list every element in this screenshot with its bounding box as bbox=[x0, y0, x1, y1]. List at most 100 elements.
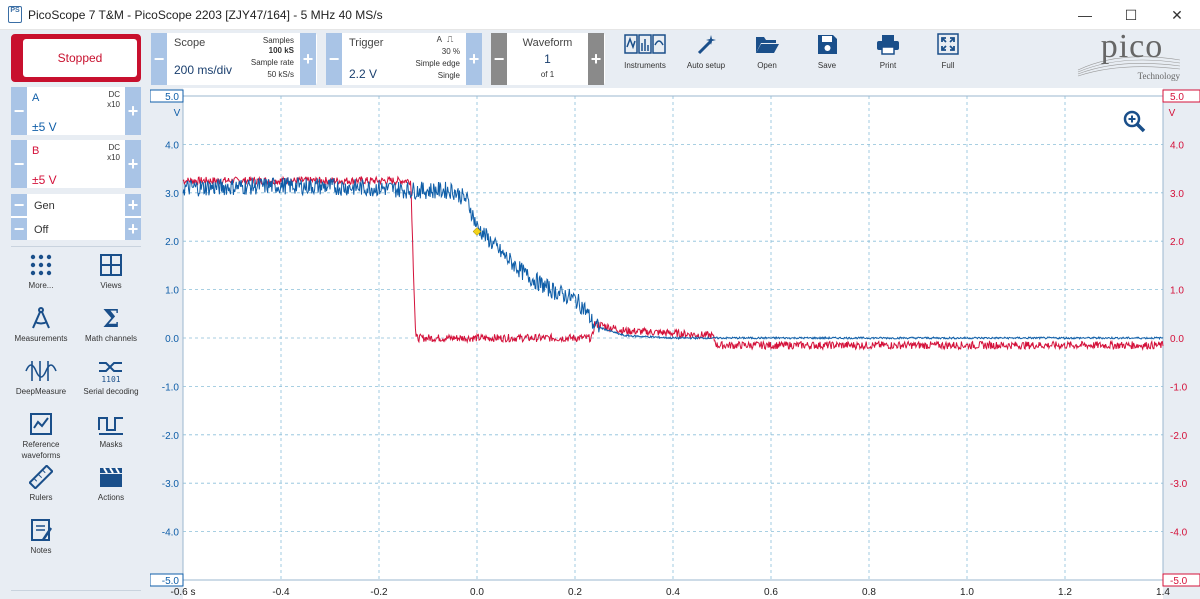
pre-trigger: 30 % bbox=[441, 47, 460, 56]
serial-decoding-icon: 1101 bbox=[99, 362, 122, 383]
samples-value: 100 kS bbox=[268, 46, 294, 55]
time-tick-label: -0.2 bbox=[370, 587, 388, 598]
channel-b-panel[interactable] bbox=[11, 140, 141, 188]
right-tick-label: -5.0 bbox=[1170, 576, 1188, 587]
left-axis: 5.0 4.0 3.0 2.0 1.0 0.0 -1.0 -2.0 -3.0 -4.0 -5.0 V bbox=[150, 89, 184, 587]
channel-b-minus-button[interactable]: − bbox=[11, 140, 27, 188]
printer-icon bbox=[877, 35, 899, 55]
tool-masks[interactable]: Masks bbox=[79, 412, 143, 450]
left-tick-label: -5.0 bbox=[162, 576, 180, 587]
pico-logo: pico Technology bbox=[1070, 28, 1190, 86]
tool-serial-label: Serial decoding bbox=[83, 387, 139, 396]
tool-more-label: More... bbox=[28, 281, 54, 290]
channel-a-probe: x10 bbox=[107, 100, 120, 109]
masks-icon bbox=[98, 417, 123, 435]
sidebar-bottom-divider bbox=[11, 590, 141, 591]
tool-deepmeasure-label: DeepMeasure bbox=[15, 387, 67, 396]
gen-minus-button[interactable]: − bbox=[11, 194, 27, 216]
title-bar: PS PicoScope 7 T&M - PicoScope 2203 [ZJY… bbox=[0, 0, 1200, 30]
maximize-button[interactable]: ☐ bbox=[1108, 0, 1154, 30]
right-tick-label: 2.0 bbox=[1170, 237, 1184, 248]
sample-rate-value: 50 kS/s bbox=[267, 70, 294, 79]
scope-view[interactable]: 5.0 4.0 3.0 2.0 1.0 0.0 -1.0 -2.0 -3.0 -4.0 -5.0 V … bbox=[150, 88, 1200, 599]
waveform-next-button[interactable]: + bbox=[588, 33, 604, 85]
trigger-type: Simple edge bbox=[415, 59, 460, 68]
left-tick-label: -3.0 bbox=[162, 479, 180, 490]
tool-measurements[interactable]: Measurements bbox=[9, 306, 73, 344]
tool-actions-label: Actions bbox=[97, 493, 125, 502]
trigger-mode: Single bbox=[437, 71, 460, 80]
open-button[interactable]: Open bbox=[737, 33, 797, 70]
channel-b-name: B bbox=[32, 145, 40, 157]
deepmeasure-icon bbox=[25, 361, 57, 381]
timebase-plus-button[interactable]: + bbox=[300, 33, 316, 85]
time-tick-label: 1.4 bbox=[1156, 587, 1170, 598]
full-screen-button[interactable]: Full bbox=[918, 33, 978, 70]
left-tick-label: 2.0 bbox=[165, 237, 179, 248]
generator-panel[interactable] bbox=[11, 194, 141, 240]
channel-a-range: ±5 V bbox=[32, 120, 57, 134]
left-tick-label: 5.0 bbox=[165, 92, 179, 103]
rising-edge-icon: ⎍ bbox=[447, 34, 454, 44]
waveform-label: Waveform bbox=[522, 37, 573, 49]
save-button[interactable]: Save bbox=[797, 33, 857, 70]
right-tick-label: 5.0 bbox=[1170, 92, 1184, 103]
channel-b-plus-button[interactable]: + bbox=[125, 140, 141, 188]
trigger-channel: A bbox=[436, 35, 442, 44]
samples-label: Samples bbox=[262, 36, 294, 45]
sample-rate-label: Sample rate bbox=[250, 58, 294, 67]
notes-icon bbox=[31, 519, 53, 541]
channel-b-probe: x10 bbox=[107, 153, 120, 162]
right-tick-label: -1.0 bbox=[1170, 382, 1188, 393]
timebase-value: 200 ms/div bbox=[174, 63, 233, 77]
timebase-minus-button[interactable]: − bbox=[151, 33, 167, 85]
left-tick-label: -1.0 bbox=[162, 382, 180, 393]
instruments-button[interactable]: Instruments bbox=[615, 33, 675, 70]
left-tick-label: -2.0 bbox=[162, 431, 180, 442]
tool-reference-label-2: waveforms bbox=[21, 451, 61, 460]
auto-setup-button[interactable]: Auto setup bbox=[676, 33, 736, 70]
waveform-count: of 1 bbox=[540, 70, 555, 79]
print-label: Print bbox=[879, 61, 897, 70]
waveform-index: 1 bbox=[544, 52, 551, 66]
tool-deepmeasure[interactable]: DeepMeasure bbox=[9, 359, 73, 397]
tool-reference-waveforms[interactable]: Reference waveforms bbox=[9, 412, 73, 461]
tool-views-label: Views bbox=[100, 281, 122, 290]
tool-notes[interactable]: Notes bbox=[9, 518, 73, 556]
minimize-button[interactable]: — bbox=[1062, 0, 1108, 30]
channel-a-plus-button[interactable]: + bbox=[125, 87, 141, 135]
close-button[interactable]: ✕ bbox=[1154, 0, 1200, 30]
tool-serial-decoding[interactable]: 1101 Serial decoding bbox=[79, 359, 143, 397]
tool-actions[interactable]: Actions bbox=[79, 465, 143, 503]
tool-rulers[interactable]: Rulers bbox=[9, 465, 73, 503]
instruments-label: Instruments bbox=[624, 61, 666, 70]
oscilloscope-plot[interactable]: 5.04.03.02.01.00.0-1.0-2.0-3.0-4.0-5.0V … bbox=[150, 88, 1200, 599]
waveform-prev-button[interactable]: − bbox=[491, 33, 507, 85]
zoom-in-icon bbox=[1123, 110, 1146, 133]
channel-b-coupling: DC bbox=[108, 143, 120, 152]
time-tick-label: -0.4 bbox=[272, 587, 290, 598]
left-tick-label: 4.0 bbox=[165, 140, 179, 151]
channel-a-panel[interactable] bbox=[11, 87, 141, 135]
tool-more[interactable]: More... bbox=[9, 253, 73, 291]
tool-math-channels[interactable]: Σ Math channels bbox=[79, 306, 143, 344]
channel-a-minus-button[interactable]: − bbox=[11, 87, 27, 135]
tool-rulers-label: Rulers bbox=[29, 493, 53, 502]
gen-state-plus-button[interactable]: + bbox=[125, 218, 141, 240]
left-unit-label: V bbox=[174, 108, 181, 119]
channel-a-name: A bbox=[32, 92, 40, 104]
clapperboard-icon bbox=[100, 467, 122, 487]
trigger-plus-button[interactable]: + bbox=[466, 33, 482, 85]
gen-plus-button[interactable]: + bbox=[125, 194, 141, 216]
time-tick-label: 1.2 bbox=[1058, 587, 1072, 598]
run-stop-button[interactable]: Stopped bbox=[11, 34, 141, 82]
zoom-button[interactable] bbox=[1123, 110, 1147, 139]
left-tick-label: -4.0 bbox=[162, 528, 180, 539]
print-button[interactable]: Print bbox=[858, 33, 918, 70]
right-tick-label: 1.0 bbox=[1170, 286, 1184, 297]
trigger-minus-button[interactable]: − bbox=[326, 33, 342, 85]
gen-state-minus-button[interactable]: − bbox=[11, 218, 27, 240]
save-label: Save bbox=[817, 61, 837, 70]
tool-views[interactable]: Views bbox=[79, 253, 143, 291]
run-state-label: Stopped bbox=[23, 39, 137, 77]
